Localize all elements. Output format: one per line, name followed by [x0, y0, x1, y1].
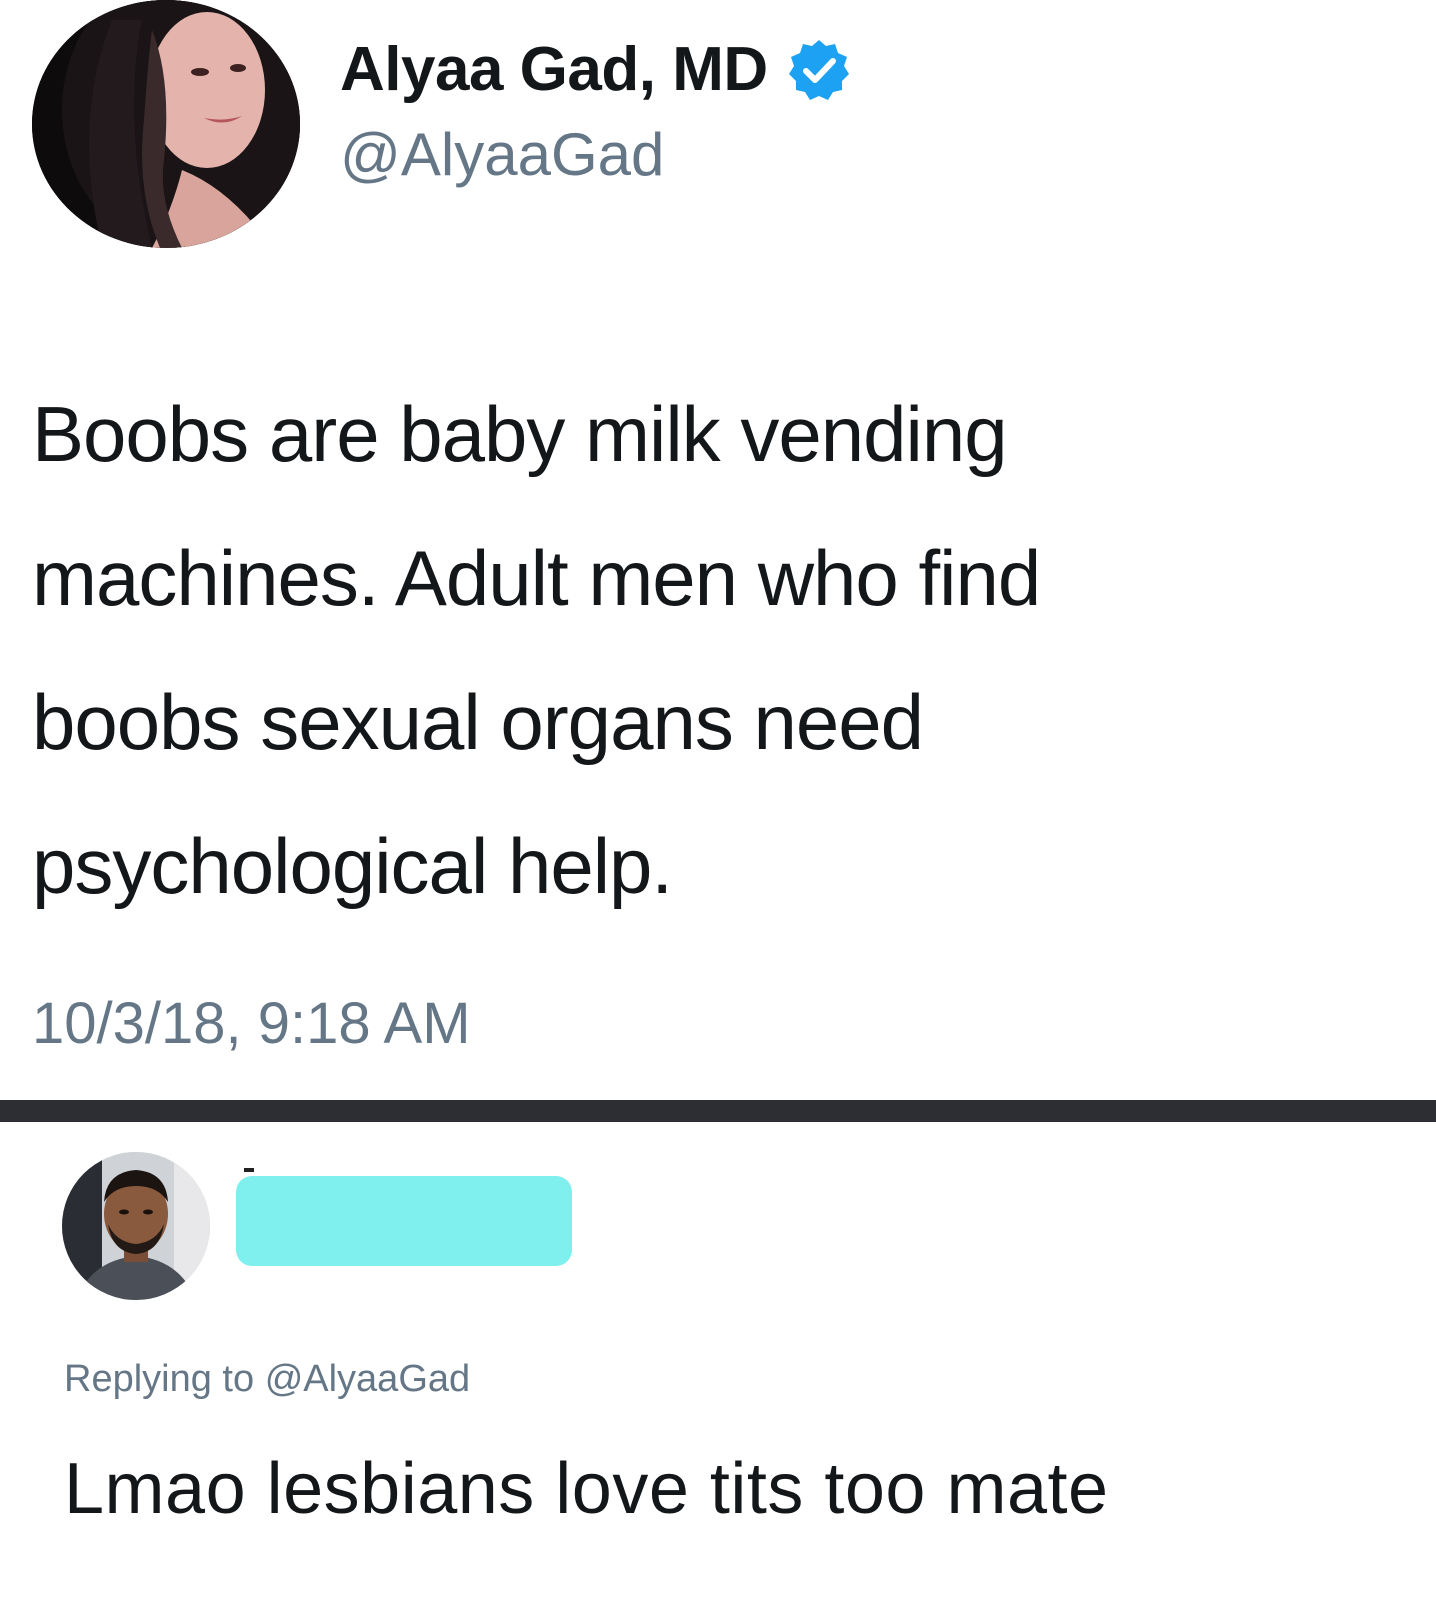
- tweet-text-line: Boobs are baby milk vending: [32, 390, 1008, 478]
- redacted-username-block: [236, 1176, 572, 1266]
- man-portrait-icon: [62, 1152, 210, 1300]
- verified-badge-icon: [786, 37, 852, 103]
- section-divider: [0, 1100, 1436, 1122]
- tweet-text-line: psychological help.: [32, 822, 673, 910]
- screenshot-canvas: Alyaa Gad, MD @AlyaaGad Boobs are baby m…: [0, 0, 1436, 1606]
- tweet-timestamp[interactable]: 10/3/18, 9:18 AM: [32, 990, 471, 1057]
- tweet-text-line: machines. Adult men who find: [32, 534, 1041, 622]
- author-name-row: Alyaa Gad, MD: [340, 34, 852, 105]
- author-display-name[interactable]: Alyaa Gad, MD: [340, 34, 768, 105]
- replying-to-line: Replying to @AlyaaGad: [64, 1358, 470, 1401]
- redaction-edge: [244, 1168, 254, 1172]
- reply-text: Lmao lesbians love tits too mate: [64, 1449, 1109, 1529]
- woman-portrait-icon: [32, 0, 300, 248]
- author-avatar[interactable]: [32, 0, 300, 248]
- replying-to-label: Replying to: [64, 1358, 255, 1400]
- tweet-text-line: boobs sexual organs need: [32, 678, 924, 766]
- reply-author-avatar[interactable]: [62, 1152, 210, 1300]
- replying-to-mention[interactable]: @AlyaaGad: [265, 1358, 470, 1400]
- tweet-header: Alyaa Gad, MD @AlyaaGad: [30, 0, 1410, 260]
- author-handle[interactable]: @AlyaaGad: [340, 120, 664, 189]
- tweet-text: Boobs are baby milk vending machines. Ad…: [32, 362, 1412, 938]
